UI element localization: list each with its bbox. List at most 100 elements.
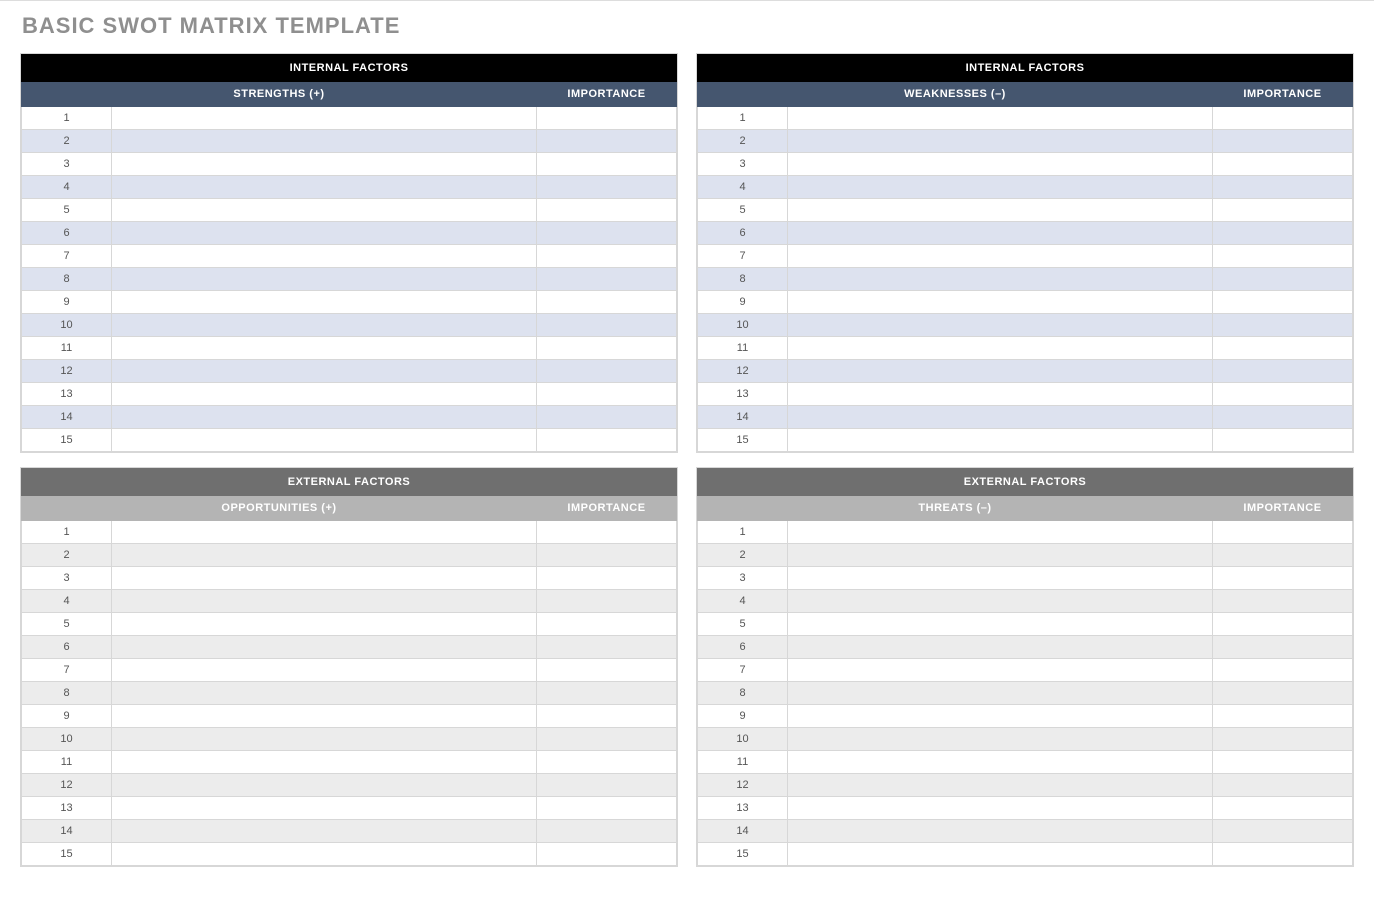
threats-item-cell[interactable] bbox=[788, 521, 1213, 544]
threats-importance-cell[interactable] bbox=[1212, 544, 1352, 567]
weaknesses-importance-cell[interactable] bbox=[1212, 291, 1352, 314]
weaknesses-importance-cell[interactable] bbox=[1212, 337, 1352, 360]
strengths-importance-cell[interactable] bbox=[536, 222, 676, 245]
strengths-importance-cell[interactable] bbox=[536, 291, 676, 314]
threats-importance-cell[interactable] bbox=[1212, 774, 1352, 797]
threats-importance-cell[interactable] bbox=[1212, 567, 1352, 590]
threats-importance-cell[interactable] bbox=[1212, 705, 1352, 728]
threats-item-cell[interactable] bbox=[788, 613, 1213, 636]
strengths-importance-cell[interactable] bbox=[536, 337, 676, 360]
threats-importance-cell[interactable] bbox=[1212, 682, 1352, 705]
threats-importance-cell[interactable] bbox=[1212, 636, 1352, 659]
strengths-item-cell[interactable] bbox=[112, 337, 537, 360]
opportunities-item-cell[interactable] bbox=[112, 682, 537, 705]
threats-importance-cell[interactable] bbox=[1212, 820, 1352, 843]
opportunities-item-cell[interactable] bbox=[112, 567, 537, 590]
threats-importance-cell[interactable] bbox=[1212, 797, 1352, 820]
strengths-importance-cell[interactable] bbox=[536, 383, 676, 406]
opportunities-item-cell[interactable] bbox=[112, 705, 537, 728]
strengths-importance-cell[interactable] bbox=[536, 107, 676, 130]
strengths-item-cell[interactable] bbox=[112, 406, 537, 429]
opportunities-item-cell[interactable] bbox=[112, 728, 537, 751]
strengths-importance-cell[interactable] bbox=[536, 176, 676, 199]
opportunities-item-cell[interactable] bbox=[112, 613, 537, 636]
strengths-item-cell[interactable] bbox=[112, 176, 537, 199]
threats-importance-cell[interactable] bbox=[1212, 751, 1352, 774]
opportunities-importance-cell[interactable] bbox=[536, 544, 676, 567]
threats-item-cell[interactable] bbox=[788, 705, 1213, 728]
weaknesses-importance-cell[interactable] bbox=[1212, 314, 1352, 337]
threats-item-cell[interactable] bbox=[788, 797, 1213, 820]
strengths-importance-cell[interactable] bbox=[536, 360, 676, 383]
strengths-importance-cell[interactable] bbox=[536, 130, 676, 153]
weaknesses-item-cell[interactable] bbox=[788, 360, 1213, 383]
threats-item-cell[interactable] bbox=[788, 751, 1213, 774]
strengths-item-cell[interactable] bbox=[112, 107, 537, 130]
threats-importance-cell[interactable] bbox=[1212, 521, 1352, 544]
strengths-item-cell[interactable] bbox=[112, 314, 537, 337]
weaknesses-item-cell[interactable] bbox=[788, 222, 1213, 245]
strengths-item-cell[interactable] bbox=[112, 291, 537, 314]
strengths-importance-cell[interactable] bbox=[536, 199, 676, 222]
strengths-item-cell[interactable] bbox=[112, 383, 537, 406]
weaknesses-item-cell[interactable] bbox=[788, 406, 1213, 429]
opportunities-item-cell[interactable] bbox=[112, 843, 537, 866]
weaknesses-item-cell[interactable] bbox=[788, 245, 1213, 268]
strengths-item-cell[interactable] bbox=[112, 360, 537, 383]
weaknesses-item-cell[interactable] bbox=[788, 291, 1213, 314]
opportunities-importance-cell[interactable] bbox=[536, 682, 676, 705]
strengths-item-cell[interactable] bbox=[112, 199, 537, 222]
weaknesses-importance-cell[interactable] bbox=[1212, 360, 1352, 383]
weaknesses-item-cell[interactable] bbox=[788, 383, 1213, 406]
opportunities-importance-cell[interactable] bbox=[536, 728, 676, 751]
weaknesses-importance-cell[interactable] bbox=[1212, 429, 1352, 452]
opportunities-item-cell[interactable] bbox=[112, 521, 537, 544]
threats-item-cell[interactable] bbox=[788, 544, 1213, 567]
weaknesses-item-cell[interactable] bbox=[788, 314, 1213, 337]
weaknesses-item-cell[interactable] bbox=[788, 429, 1213, 452]
weaknesses-importance-cell[interactable] bbox=[1212, 199, 1352, 222]
opportunities-importance-cell[interactable] bbox=[536, 797, 676, 820]
strengths-item-cell[interactable] bbox=[112, 222, 537, 245]
strengths-item-cell[interactable] bbox=[112, 130, 537, 153]
opportunities-importance-cell[interactable] bbox=[536, 843, 676, 866]
opportunities-importance-cell[interactable] bbox=[536, 820, 676, 843]
weaknesses-importance-cell[interactable] bbox=[1212, 268, 1352, 291]
weaknesses-item-cell[interactable] bbox=[788, 337, 1213, 360]
weaknesses-importance-cell[interactable] bbox=[1212, 107, 1352, 130]
strengths-importance-cell[interactable] bbox=[536, 406, 676, 429]
strengths-importance-cell[interactable] bbox=[536, 245, 676, 268]
opportunities-item-cell[interactable] bbox=[112, 659, 537, 682]
opportunities-item-cell[interactable] bbox=[112, 751, 537, 774]
opportunities-importance-cell[interactable] bbox=[536, 751, 676, 774]
threats-item-cell[interactable] bbox=[788, 567, 1213, 590]
weaknesses-item-cell[interactable] bbox=[788, 107, 1213, 130]
strengths-item-cell[interactable] bbox=[112, 429, 537, 452]
opportunities-importance-cell[interactable] bbox=[536, 521, 676, 544]
opportunities-item-cell[interactable] bbox=[112, 797, 537, 820]
threats-importance-cell[interactable] bbox=[1212, 659, 1352, 682]
weaknesses-importance-cell[interactable] bbox=[1212, 383, 1352, 406]
weaknesses-importance-cell[interactable] bbox=[1212, 153, 1352, 176]
opportunities-importance-cell[interactable] bbox=[536, 705, 676, 728]
strengths-importance-cell[interactable] bbox=[536, 268, 676, 291]
strengths-item-cell[interactable] bbox=[112, 268, 537, 291]
opportunities-importance-cell[interactable] bbox=[536, 567, 676, 590]
weaknesses-item-cell[interactable] bbox=[788, 268, 1213, 291]
opportunities-item-cell[interactable] bbox=[112, 636, 537, 659]
threats-item-cell[interactable] bbox=[788, 682, 1213, 705]
opportunities-item-cell[interactable] bbox=[112, 774, 537, 797]
threats-item-cell[interactable] bbox=[788, 843, 1213, 866]
strengths-importance-cell[interactable] bbox=[536, 314, 676, 337]
threats-item-cell[interactable] bbox=[788, 774, 1213, 797]
strengths-importance-cell[interactable] bbox=[536, 153, 676, 176]
weaknesses-item-cell[interactable] bbox=[788, 153, 1213, 176]
opportunities-importance-cell[interactable] bbox=[536, 659, 676, 682]
opportunities-importance-cell[interactable] bbox=[536, 590, 676, 613]
strengths-item-cell[interactable] bbox=[112, 153, 537, 176]
opportunities-importance-cell[interactable] bbox=[536, 636, 676, 659]
strengths-importance-cell[interactable] bbox=[536, 429, 676, 452]
weaknesses-importance-cell[interactable] bbox=[1212, 222, 1352, 245]
threats-item-cell[interactable] bbox=[788, 728, 1213, 751]
threats-item-cell[interactable] bbox=[788, 636, 1213, 659]
